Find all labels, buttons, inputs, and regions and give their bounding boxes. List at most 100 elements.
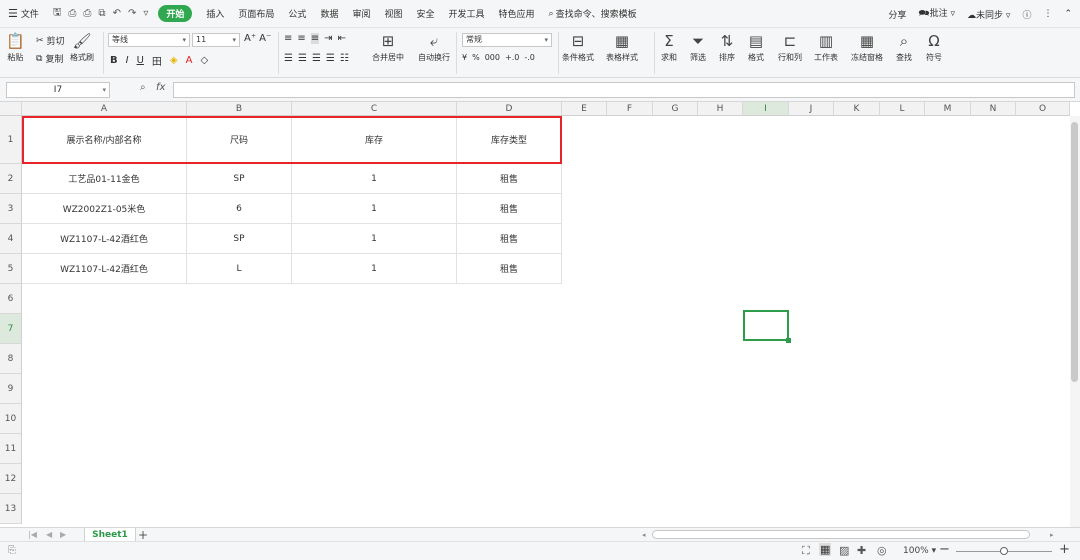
name-box[interactable]: I7 ▾ — [6, 82, 110, 98]
align-center-icon[interactable]: ☰ — [298, 53, 307, 64]
row-header-9[interactable]: 9 — [0, 374, 22, 404]
table-cell[interactable]: 租售 — [457, 194, 562, 224]
sort-button[interactable]: ⇅ 排序 — [719, 32, 735, 63]
justify-icon[interactable]: ☰ — [326, 53, 335, 64]
command-search[interactable]: ⌕ 查找命令、搜索模板 — [549, 7, 637, 21]
column-header-m[interactable]: M — [925, 102, 971, 116]
thousands-icon[interactable]: 000 — [485, 53, 500, 62]
zoom-out-icon[interactable]: − — [939, 542, 950, 557]
table-cell[interactable]: 1 — [292, 254, 457, 284]
row-header-8[interactable]: 8 — [0, 344, 22, 374]
fullscreen-icon[interactable]: ⛶ — [802, 544, 810, 558]
column-header-g[interactable]: G — [653, 102, 698, 116]
table-cell[interactable]: SP — [187, 224, 292, 254]
filter-button[interactable]: ⏷ 筛选 — [690, 32, 706, 63]
table-cell[interactable]: 租售 — [457, 254, 562, 284]
table-cell[interactable]: 租售 — [457, 164, 562, 194]
font-name-select[interactable]: 等线 ▾ — [108, 33, 190, 47]
row-header-5[interactable]: 5 — [0, 254, 22, 284]
undo-icon[interactable]: ↶ — [113, 8, 121, 19]
row-header-1[interactable]: 1 — [0, 116, 22, 164]
save-icon[interactable]: 🖫 — [53, 5, 62, 22]
table-cell[interactable]: WZ1107-L-42酒红色 — [22, 254, 187, 284]
sheet-tab-sheet1[interactable]: Sheet1 — [84, 528, 136, 542]
row-header-13[interactable]: 13 — [0, 494, 22, 524]
decrease-decimal-icon[interactable]: -.0 — [524, 53, 535, 62]
table-cell[interactable]: SP — [187, 164, 292, 194]
scroll-left-icon[interactable]: ◂ — [642, 528, 646, 542]
select-all-corner[interactable] — [0, 102, 22, 116]
fill-color-icon[interactable]: ◈ — [170, 55, 178, 66]
merge-center-button[interactable]: ⊞ 合并居中 — [372, 32, 404, 63]
collapse-icon[interactable]: ⌃ — [1064, 9, 1072, 19]
tab-insert[interactable]: 插入 — [206, 7, 224, 20]
table-cell[interactable]: 1 — [292, 224, 457, 254]
normal-view-icon[interactable]: ▦ — [819, 543, 832, 556]
align-right-icon[interactable]: ☰ — [312, 53, 321, 64]
zoom-level[interactable]: 100% ▾ — [903, 546, 936, 556]
scroll-right-icon[interactable]: ▸ — [1050, 528, 1054, 542]
redo-icon[interactable]: ↷ — [128, 8, 136, 19]
column-header-f[interactable]: F — [607, 102, 653, 116]
horizontal-scrollbar[interactable] — [652, 530, 1030, 539]
header-cell-stock-type[interactable]: 库存类型 — [457, 116, 562, 164]
column-header-i[interactable]: I — [743, 102, 789, 116]
row-header-10[interactable]: 10 — [0, 404, 22, 434]
format-painter-button[interactable]: 🖌 格式刷 — [70, 32, 94, 63]
tab-data[interactable]: 数据 — [320, 7, 338, 20]
align-left-icon[interactable]: ☰ — [284, 53, 293, 64]
table-cell[interactable]: 工艺品01-11金色 — [22, 164, 187, 194]
row-header-7[interactable]: 7 — [0, 314, 22, 344]
chevron-down-icon[interactable]: ▿ — [143, 8, 148, 19]
column-header-c[interactable]: C — [292, 102, 457, 116]
tab-security[interactable]: 安全 — [416, 7, 434, 20]
prev-sheet-icon[interactable]: ◀ — [46, 528, 52, 542]
header-cell-display-name[interactable]: 展示名称/内部名称 — [22, 116, 187, 164]
tab-formulas[interactable]: 公式 — [288, 7, 306, 20]
row-header-11[interactable]: 11 — [0, 434, 22, 464]
column-header-d[interactable]: D — [457, 102, 562, 116]
sync-button[interactable]: ☁未同步 ▿ — [967, 8, 1010, 21]
column-header-l[interactable]: L — [880, 102, 925, 116]
number-format-select[interactable]: 常规 ▾ — [462, 33, 552, 47]
header-cell-size[interactable]: 尺码 — [187, 116, 292, 164]
selected-cell-i7[interactable] — [743, 310, 791, 343]
increase-decimal-icon[interactable]: +.0 — [505, 53, 519, 62]
conditional-format-button[interactable]: ⊟ 条件格式 — [562, 32, 594, 63]
row-header-2[interactable]: 2 — [0, 164, 22, 194]
zoom-in-icon[interactable]: + — [1059, 542, 1070, 557]
font-color-icon[interactable]: A — [186, 55, 193, 66]
italic-icon[interactable]: I — [126, 55, 129, 66]
worksheet-button[interactable]: ▥ 工作表 — [814, 32, 838, 63]
symbol-button[interactable]: Ω 符号 — [926, 32, 942, 63]
more-icon[interactable]: ⋮ — [1043, 9, 1052, 19]
table-cell[interactable]: 6 — [187, 194, 292, 224]
table-cell[interactable]: 1 — [292, 194, 457, 224]
table-cell[interactable]: WZ1107-L-42酒红色 — [22, 224, 187, 254]
tab-page-layout[interactable]: 页面布局 — [238, 7, 274, 20]
table-cell[interactable]: 1 — [292, 164, 457, 194]
align-middle-icon[interactable]: ≡ — [297, 33, 305, 44]
menu-file[interactable]: ☰ 文件 — [8, 7, 39, 20]
vertical-scrollbar-thumb[interactable] — [1071, 122, 1078, 382]
align-top-icon[interactable]: ≡ — [284, 33, 292, 44]
percent-icon[interactable]: % — [472, 53, 480, 62]
wrap-text-button[interactable]: ⤶ 自动换行 — [418, 32, 450, 63]
row-header-12[interactable]: 12 — [0, 464, 22, 494]
column-header-k[interactable]: K — [834, 102, 880, 116]
header-cell-stock[interactable]: 库存 — [292, 116, 457, 164]
sum-button[interactable]: Σ 求和 — [661, 32, 677, 63]
first-sheet-icon[interactable]: |◀ — [28, 528, 37, 542]
format-button[interactable]: ▤ 格式 — [748, 32, 764, 63]
table-cell[interactable]: L — [187, 254, 292, 284]
copy-button[interactable]: ⧉ 复制 — [36, 52, 63, 66]
table-cell[interactable]: 租售 — [457, 224, 562, 254]
column-header-n[interactable]: N — [971, 102, 1016, 116]
table-style-button[interactable]: ▦ 表格样式 — [606, 32, 638, 63]
column-header-j[interactable]: J — [789, 102, 834, 116]
column-header-e[interactable]: E — [562, 102, 607, 116]
column-header-o[interactable]: O — [1016, 102, 1070, 116]
add-sheet-icon[interactable]: + — [138, 528, 148, 542]
currency-icon[interactable]: ¥ — [462, 53, 467, 62]
align-bottom-icon[interactable]: ≡ — [310, 33, 320, 44]
